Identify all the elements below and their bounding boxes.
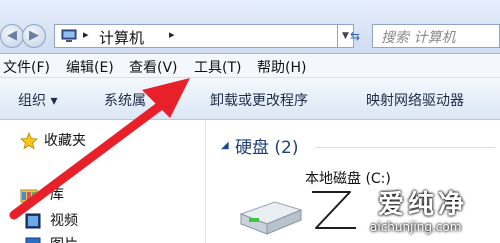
hard-drive-icon[interactable] <box>235 192 305 238</box>
system-properties-button[interactable]: 系统属 <box>104 90 146 110</box>
search-placeholder: 搜索 计算机 <box>381 30 456 46</box>
watermark: 爱纯净 aichunjing.com <box>304 180 500 243</box>
collapse-chevron-icon[interactable]: ◢ <box>221 140 229 151</box>
menu-help[interactable]: 帮助(H) <box>257 57 306 77</box>
breadcrumb-computer[interactable]: 计算机 <box>99 27 144 48</box>
refresh-icon: ⇆ <box>349 29 361 43</box>
organize-button[interactable]: 组织 ▾ <box>18 90 57 110</box>
back-button[interactable]: ◀ <box>0 24 24 48</box>
video-icon <box>25 213 41 229</box>
menu-tools[interactable]: 工具(T) <box>194 57 241 77</box>
menu-file[interactable]: 文件(F) <box>3 57 50 77</box>
address-bar-row: ◀ ▶ ▸ 计算机 ▸ ▼ ⇆ 搜索 计算机 <box>0 0 500 54</box>
menu-edit[interactable]: 编辑(E) <box>66 57 114 77</box>
picture-icon <box>25 237 41 243</box>
watermark-title: 爱纯净 <box>378 190 469 220</box>
arrow-left-icon: ◀ <box>7 28 17 43</box>
breadcrumb-separator[interactable]: ▸ <box>83 28 89 41</box>
command-toolbar: 组织 ▾ 系统属 卸载或更改程序 映射网络驱动器 <box>0 78 500 120</box>
nav-item-libraries-label: 库 <box>50 187 64 203</box>
refresh-button[interactable]: ⇆ <box>344 24 366 48</box>
computer-icon <box>61 29 77 42</box>
nav-item-pictures-label: 图片 <box>50 234 78 243</box>
nav-item-videos-label: 视频 <box>50 213 78 229</box>
watermark-logo-icon <box>312 189 356 231</box>
forward-button[interactable]: ▶ <box>22 24 46 48</box>
group-divider <box>315 147 495 148</box>
watermark-url: aichunjing.com <box>370 220 462 234</box>
menu-view[interactable]: 查看(V) <box>129 57 178 77</box>
star-icon <box>20 132 38 150</box>
map-network-drive-button[interactable]: 映射网络驱动器 <box>366 90 464 110</box>
breadcrumb-separator-trailing[interactable]: ▸ <box>169 28 175 41</box>
arrow-right-icon: ▶ <box>29 28 39 43</box>
uninstall-program-button[interactable]: 卸载或更改程序 <box>210 90 308 110</box>
group-header-hard-disks[interactable]: 硬盘 (2) <box>235 133 298 158</box>
address-input[interactable]: ▸ 计算机 ▸ <box>54 24 338 48</box>
menu-bar: 文件(F) 编辑(E) 查看(V) 工具(T) 帮助(H) <box>0 54 500 78</box>
search-input[interactable]: 搜索 计算机 <box>372 24 500 48</box>
library-icon <box>20 189 38 203</box>
nav-item-favorites-label: 收藏夹 <box>44 133 86 149</box>
navigation-pane: 收藏夹 库 视频 图片 <box>0 120 206 243</box>
